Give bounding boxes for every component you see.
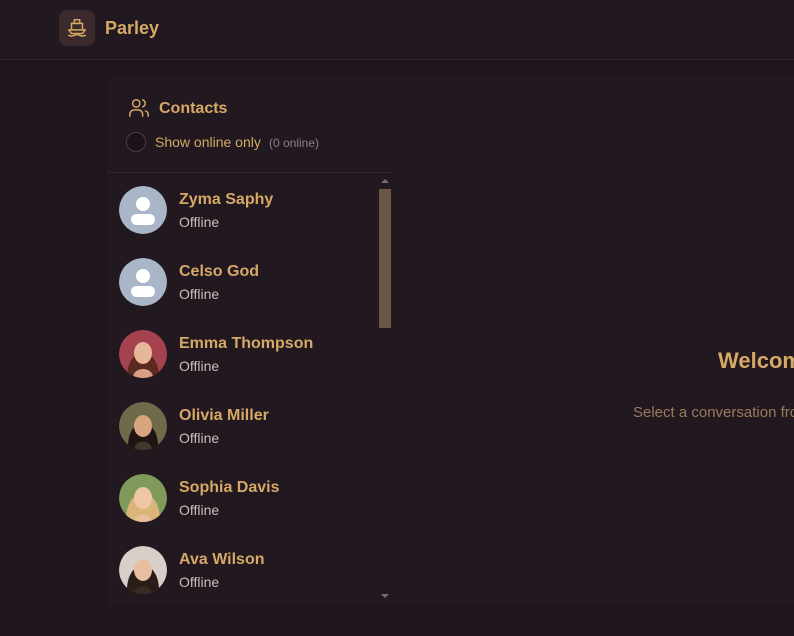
contact-item[interactable]: Celso God Offline	[107, 246, 377, 318]
contact-list-scrollbar[interactable]	[378, 174, 392, 605]
contact-name: Olivia Miller	[179, 407, 269, 424]
online-count: (0 online)	[269, 136, 320, 150]
contact-item[interactable]: Sophia Davis Offline	[107, 462, 377, 534]
photo-avatar	[119, 546, 167, 594]
photo-avatar	[119, 402, 167, 450]
welcome-hint: Select a conversation from	[633, 404, 794, 421]
contact-item[interactable]: Ava Wilson Offline	[107, 534, 377, 605]
online-only-toggle[interactable]	[126, 132, 146, 152]
contacts-header: Contacts Show online only (0 online)	[107, 77, 394, 173]
online-only-label[interactable]: Show online only	[155, 134, 261, 150]
photo-avatar	[119, 330, 167, 378]
scroll-down-icon[interactable]	[381, 594, 389, 598]
contact-item[interactable]: Olivia Miller Offline	[107, 390, 377, 462]
contact-status: Offline	[179, 574, 220, 590]
scroll-up-icon[interactable]	[381, 179, 389, 183]
app-title: Parley	[105, 18, 160, 38]
app-logo[interactable]	[59, 10, 95, 46]
contact-status: Offline	[179, 214, 220, 230]
top-bar: Parley	[0, 0, 794, 60]
scrollbar-thumb[interactable]	[379, 189, 391, 328]
contact-item[interactable]: Zyma Saphy Offline	[107, 174, 377, 246]
default-avatar	[119, 258, 167, 306]
welcome-title: Welcome	[718, 348, 794, 373]
contact-name: Sophia Davis	[179, 479, 280, 496]
contacts-title: Contacts	[159, 100, 228, 117]
default-avatar	[119, 186, 167, 234]
conversation-panel: Welcome Select a conversation from	[395, 77, 794, 605]
contact-status: Offline	[179, 286, 220, 302]
contact-name: Zyma Saphy	[179, 191, 274, 208]
contact-list: Zyma Saphy Offline Celso God Offline Emm…	[107, 174, 394, 605]
contact-item[interactable]: Emma Thompson Offline	[107, 318, 377, 390]
contact-name: Emma Thompson	[179, 335, 314, 352]
contact-name: Ava Wilson	[179, 551, 265, 568]
contact-status: Offline	[179, 430, 220, 446]
contact-name: Celso God	[179, 263, 260, 280]
users-icon	[129, 99, 149, 117]
contact-status: Offline	[179, 502, 220, 518]
contacts-sidebar: Contacts Show online only (0 online) Zym…	[107, 77, 394, 605]
contact-status: Offline	[179, 358, 220, 374]
ship-icon	[68, 19, 86, 37]
photo-avatar	[119, 474, 167, 522]
